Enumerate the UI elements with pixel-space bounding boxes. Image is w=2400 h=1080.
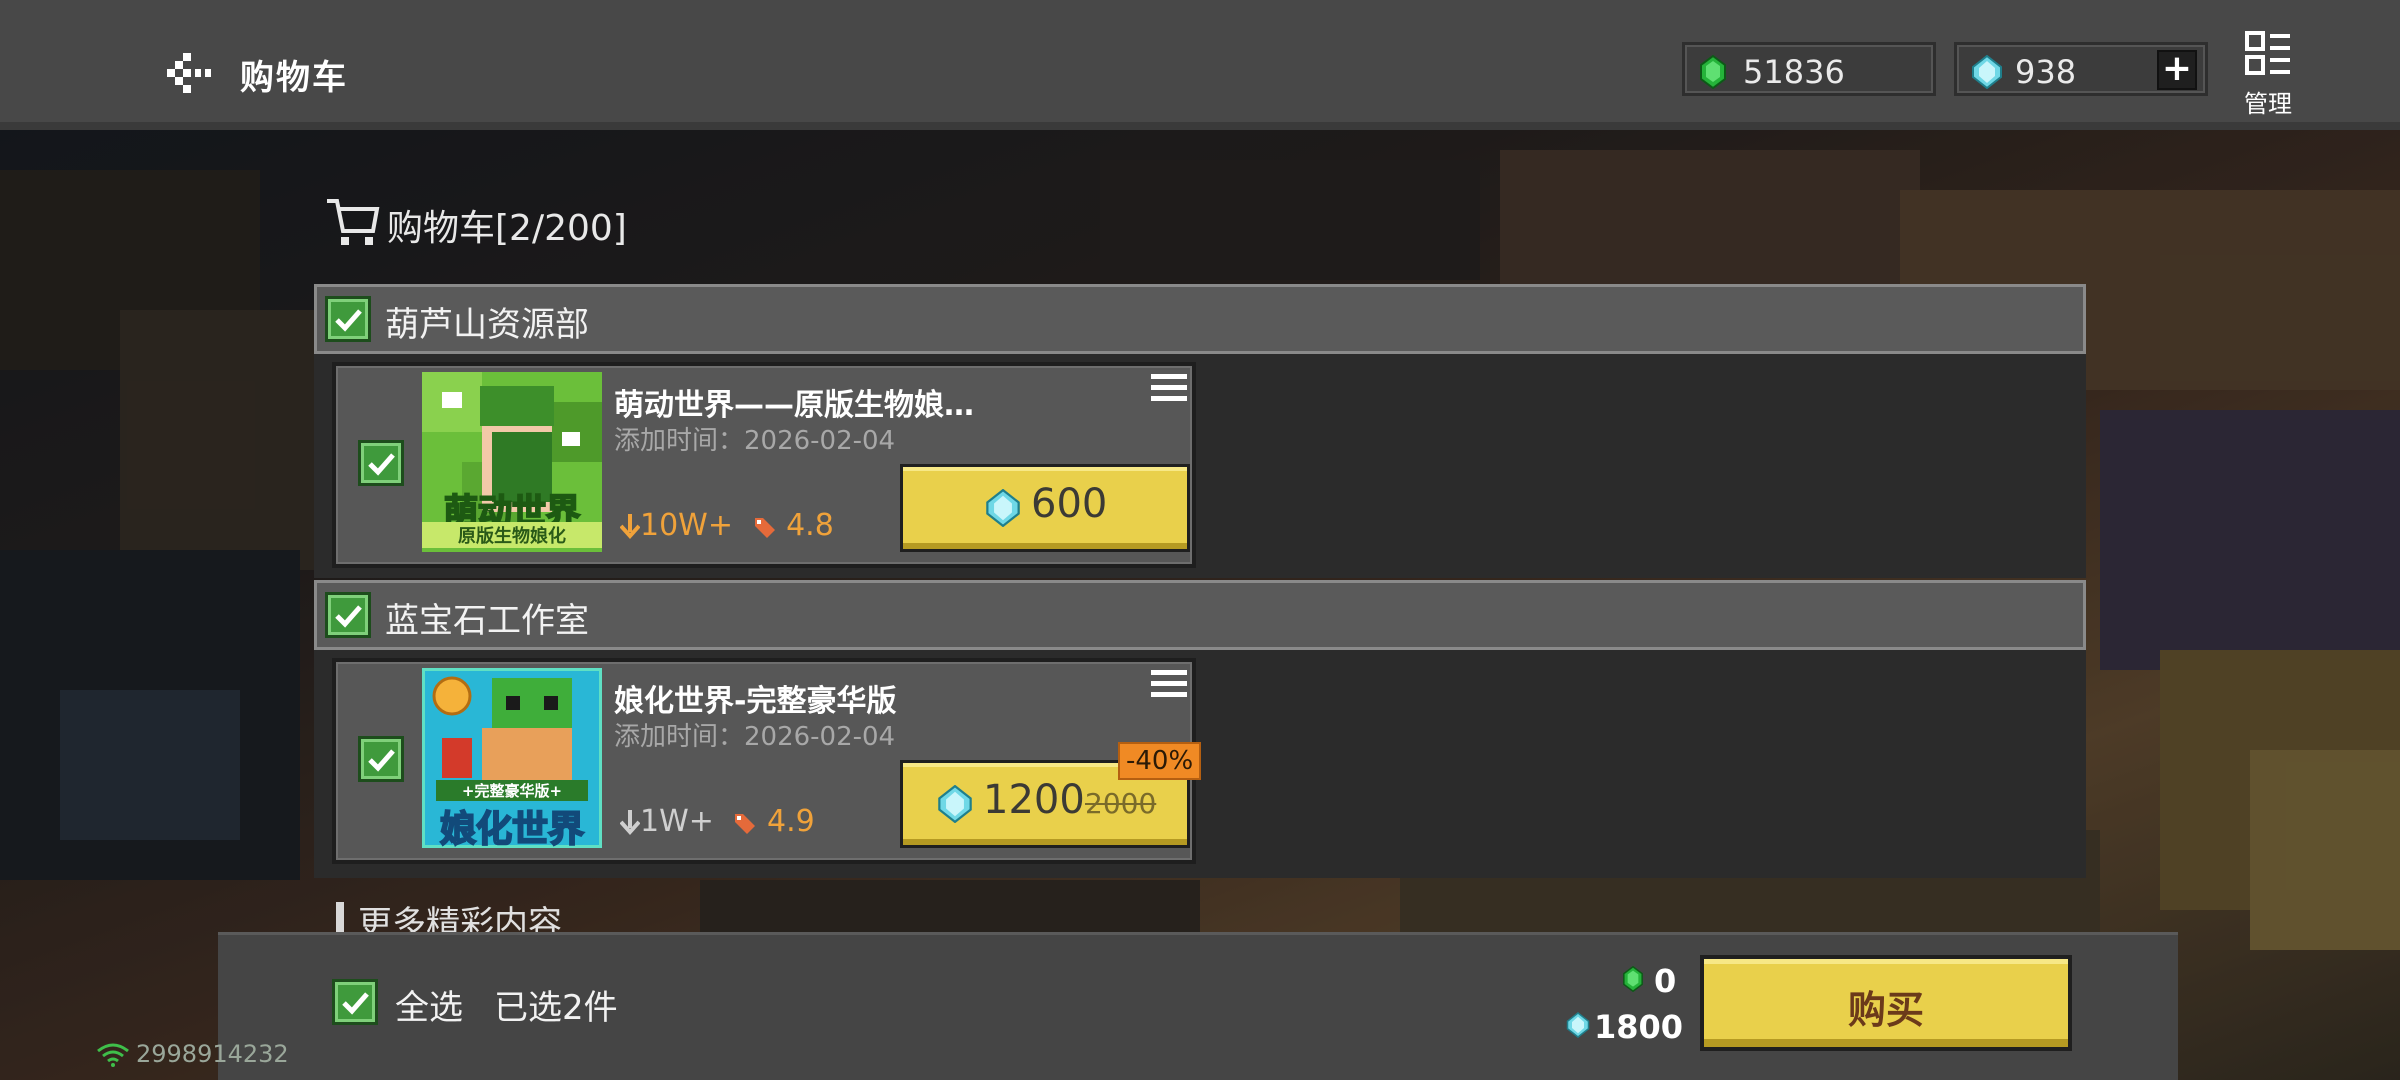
download-icon — [619, 809, 641, 835]
original-price: 2000 — [1085, 787, 1157, 820]
thumbnail-title: 娘化世界 — [439, 808, 585, 848]
cart-count-label: 购物车[2/200] — [387, 208, 627, 249]
item-stats: 10W+ 4.8 — [619, 508, 834, 543]
manage-button[interactable]: 管理 — [2238, 30, 2298, 118]
manage-label: 管理 — [2244, 90, 2292, 118]
selected-count: 已选2件 — [494, 988, 618, 1028]
check-icon — [335, 309, 362, 332]
check-icon — [342, 992, 369, 1015]
back-button[interactable] — [165, 50, 215, 96]
diamond-icon — [986, 489, 1020, 527]
rating-icon — [735, 813, 756, 834]
rating-value: 4.9 — [766, 804, 815, 839]
group-checkbox[interactable] — [325, 592, 371, 638]
price-amount: 600 — [1031, 481, 1108, 527]
check-icon — [335, 605, 362, 628]
diamond-icon — [938, 785, 972, 823]
menu-icon[interactable] — [1151, 372, 1187, 404]
total-diamond: 1800 — [1594, 1008, 1684, 1046]
thumbnail-subtitle: +完整豪华版+ — [436, 780, 588, 801]
cart-item[interactable]: +完整豪华版+ 娘化世界 娘化世界-完整豪华版 添加时间：2026-02-04 … — [332, 658, 1196, 864]
rating-value: 4.8 — [786, 508, 834, 543]
price-amount: 1200 — [983, 777, 1085, 823]
shop-group-bar: 蓝宝石工作室 — [314, 580, 2086, 650]
menu-icon[interactable] — [1151, 668, 1187, 700]
price-button[interactable]: 600 — [900, 464, 1190, 552]
item-date: 添加时间：2026-02-04 — [614, 426, 896, 456]
buy-button[interactable]: 购买 — [1700, 955, 2072, 1051]
check-icon — [368, 453, 395, 476]
discount-badge: -40% — [1118, 742, 1202, 780]
shop-group-bar: 葫芦山资源部 — [314, 284, 2086, 354]
emerald-icon — [1623, 966, 1643, 992]
download-count: 1W+ — [640, 804, 714, 839]
total-emerald: 0 — [1654, 962, 1677, 1000]
item-thumbnail[interactable]: +完整豪华版+ 娘化世界 — [422, 668, 602, 848]
add-diamond-button[interactable]: + — [2157, 50, 2197, 90]
check-icon — [368, 749, 395, 772]
connection-status: 2998914232 — [96, 1040, 289, 1068]
shop-name: 葫芦山资源部 — [385, 305, 589, 345]
download-count: 10W+ — [640, 508, 733, 543]
back-icon — [167, 53, 211, 93]
select-all-checkbox[interactable] — [332, 979, 378, 1025]
manage-icon — [2245, 31, 2290, 75]
diamond-icon — [1972, 55, 2002, 89]
item-thumbnail[interactable]: 萌动世界 原版生物娘化 — [422, 372, 602, 552]
wifi-icon — [97, 1043, 129, 1067]
item-title: 萌动世界——原版生物娘… — [614, 388, 974, 423]
rating-icon — [754, 517, 775, 538]
buy-label: 购买 — [1847, 988, 1924, 1032]
thumbnail-subtitle: 原版生物娘化 — [422, 522, 602, 548]
item-checkbox[interactable] — [358, 736, 404, 782]
item-checkbox[interactable] — [358, 440, 404, 486]
diamond-icon — [1566, 1012, 1590, 1038]
shop-name: 蓝宝石工作室 — [385, 601, 589, 641]
top-bar: 购物车 51836 938 + 管理 — [0, 0, 2400, 130]
player-id: 2998914232 — [136, 1040, 289, 1068]
cart-icon — [327, 199, 380, 245]
page-title: 购物车 — [240, 58, 348, 98]
emerald-balance: 51836 — [1682, 42, 1936, 96]
download-icon — [619, 513, 641, 539]
item-title: 娘化世界-完整豪华版 — [614, 684, 897, 719]
group-checkbox[interactable] — [325, 296, 371, 342]
item-date: 添加时间：2026-02-04 — [614, 722, 896, 752]
item-stats: 1W+ 4.9 — [619, 804, 815, 839]
cart-item[interactable]: 萌动世界 原版生物娘化 萌动世界——原版生物娘… 添加时间：2026-02-04… — [332, 362, 1196, 568]
emerald-icon — [1700, 55, 1726, 89]
select-all-label[interactable]: 全选 — [395, 980, 463, 1029]
